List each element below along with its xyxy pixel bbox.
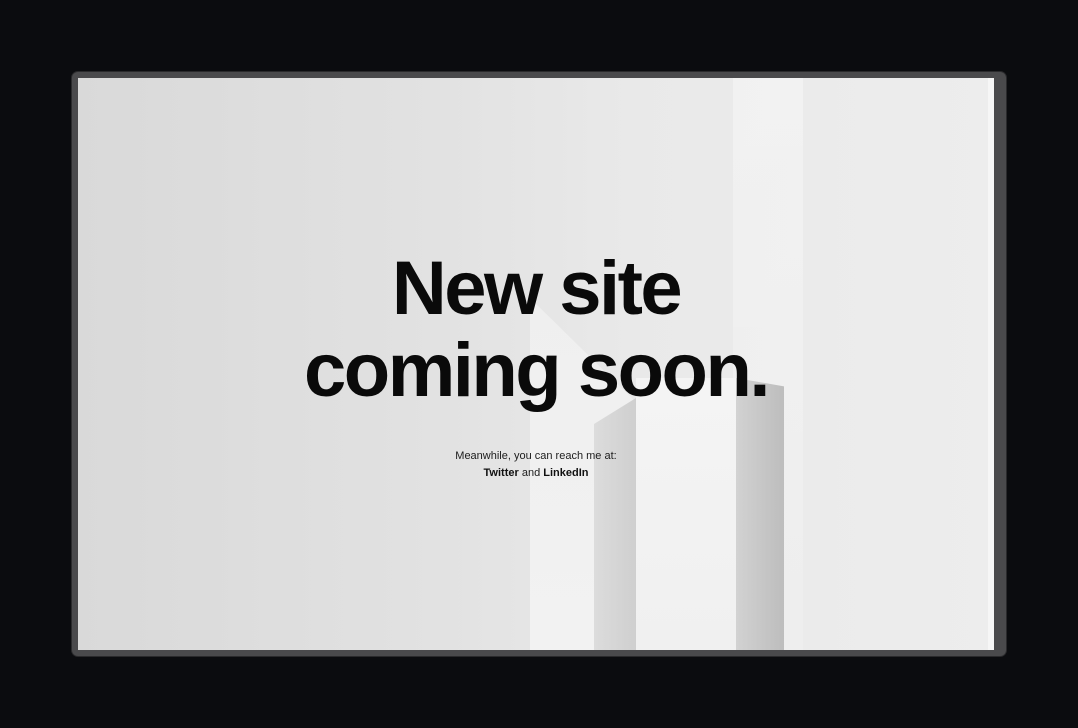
hero-content: New site coming soon. Meanwhile, you can… [78, 78, 994, 650]
site-screen: New site coming soon. Meanwhile, you can… [78, 78, 994, 650]
device-frame: New site coming soon. Meanwhile, you can… [72, 72, 1006, 656]
headline-line-1: New site [391, 246, 683, 331]
twitter-link[interactable]: Twitter [484, 467, 519, 479]
page-title: New site coming soon. [78, 248, 994, 412]
contact-links: Twitter and LinkedIn [78, 465, 994, 482]
headline-line-2: coming soon. [304, 328, 771, 413]
linkedin-link[interactable]: LinkedIn [543, 467, 588, 479]
links-separator: and [521, 467, 541, 479]
contact-intro-text: Meanwhile, you can reach me at: [455, 450, 617, 462]
